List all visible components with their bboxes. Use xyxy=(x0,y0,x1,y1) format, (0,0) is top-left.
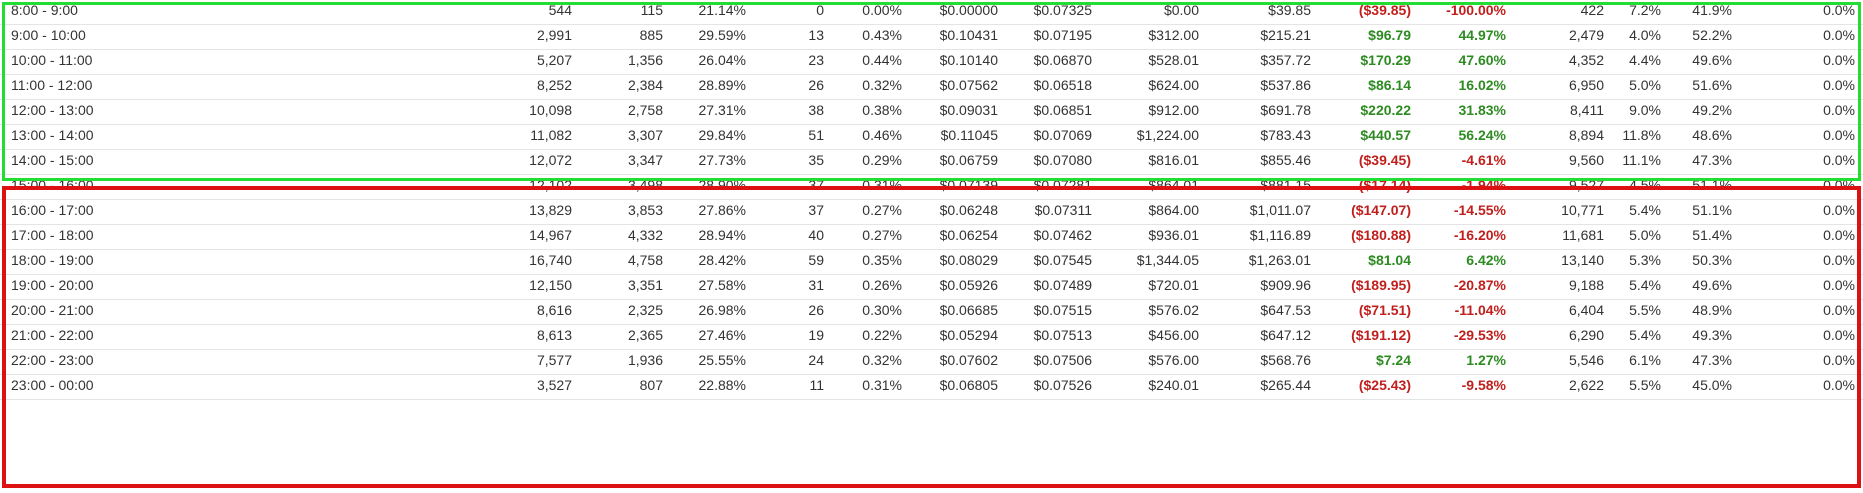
time-range-label: 23:00 - 00:00 xyxy=(11,377,94,393)
table-cell: 2,622 xyxy=(1568,377,1604,393)
table-cell: 0.31% xyxy=(862,377,902,393)
table-cell: $0.06805 xyxy=(939,377,998,393)
table-cell: $265.44 xyxy=(1260,377,1311,393)
table-cell: 45.0% xyxy=(1692,377,1732,393)
table-cell: 5.5% xyxy=(1629,377,1661,393)
table-row[interactable]: 23:00 - 00:00 3,527 807 22.88% 11 0.31% $0.068… xyxy=(0,370,1863,400)
table-cell: $240.01 xyxy=(1148,377,1199,393)
table-cell: 22.88% xyxy=(698,377,746,393)
table-cell: 11 xyxy=(809,377,824,393)
table-cell: $0.07526 xyxy=(1033,377,1092,393)
table-cell: 807 xyxy=(639,377,663,393)
table-cell: ($25.43) xyxy=(1358,377,1411,393)
table-cell: 3,527 xyxy=(536,377,572,393)
table-cell: 0.0% xyxy=(1823,377,1855,393)
table-cell: -9.58% xyxy=(1461,377,1506,393)
